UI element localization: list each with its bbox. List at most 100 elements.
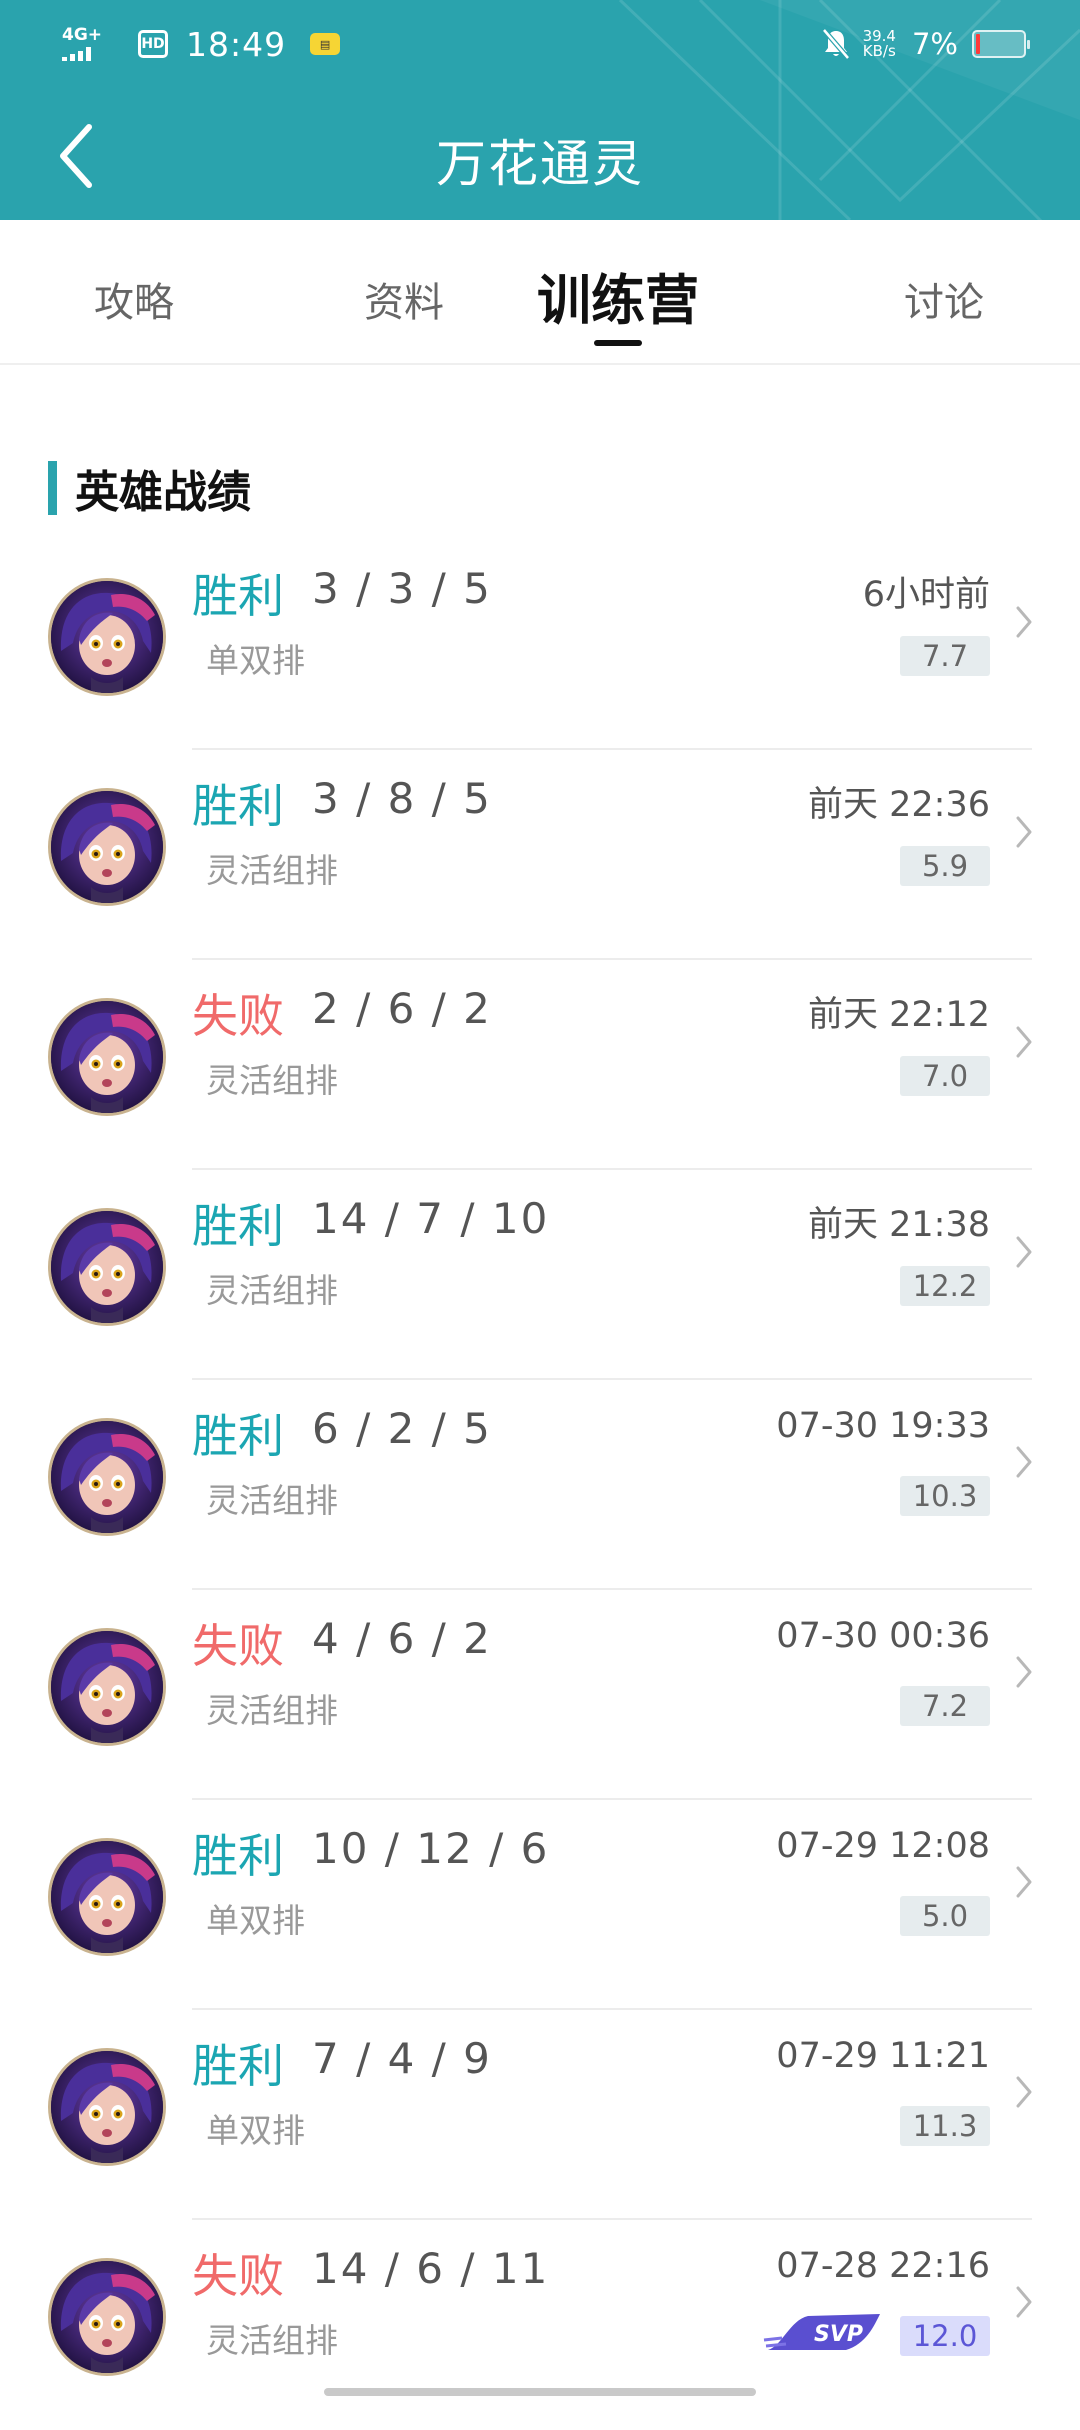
signal-icon bbox=[62, 47, 110, 61]
match-row[interactable]: 胜利 3 / 3 / 5 单双排 6小时前 7.7 bbox=[0, 540, 1080, 750]
chevron-right-icon bbox=[1016, 1026, 1032, 1058]
match-score: 5.0 bbox=[900, 1896, 990, 1936]
match-row[interactable]: 胜利 7 / 4 / 9 单双排 07-29 11:21 11.3 bbox=[0, 2010, 1080, 2220]
champion-avatar bbox=[48, 2048, 166, 2166]
match-result: 胜利 bbox=[192, 1199, 284, 1253]
match-kda: 6 / 2 / 5 bbox=[312, 1404, 492, 1453]
match-score: 11.3 bbox=[900, 2106, 990, 2146]
title-bar: 万花通灵 bbox=[0, 100, 1080, 210]
match-time: 07-29 12:08 bbox=[776, 1826, 990, 1866]
hd-badge: HD bbox=[138, 30, 168, 58]
tab-discussion[interactable]: 讨论 bbox=[844, 220, 1044, 365]
status-time: 18:49 bbox=[186, 24, 287, 64]
queue-mode: 单双排 bbox=[206, 2111, 305, 2150]
network-type: 4G+ bbox=[62, 25, 103, 45]
chevron-right-icon bbox=[1016, 816, 1032, 848]
chevron-right-icon bbox=[1016, 2076, 1032, 2108]
champion-portrait bbox=[51, 1421, 163, 1533]
battery-percent: 7% bbox=[911, 27, 958, 61]
network-speed: 39.4 KB/s bbox=[862, 27, 896, 60]
row-chevron bbox=[1014, 1024, 1034, 1060]
queue-mode: 灵活组排 bbox=[206, 1061, 338, 1100]
row-chevron bbox=[1014, 604, 1034, 640]
svp-badge-wrap: SVP bbox=[762, 2310, 882, 2356]
queue-mode: 灵活组排 bbox=[206, 1271, 338, 1310]
match-score: 10.3 bbox=[900, 1476, 990, 1516]
tab-label: 讨论 bbox=[904, 280, 984, 326]
champion-portrait bbox=[51, 1001, 163, 1113]
match-score: 12.0 bbox=[900, 2316, 990, 2356]
chevron-right-icon bbox=[1016, 1446, 1032, 1478]
section-accent-bar bbox=[48, 461, 57, 515]
match-row[interactable]: 失败 4 / 6 / 2 灵活组排 07-30 00:36 7.2 bbox=[0, 1590, 1080, 1800]
row-chevron bbox=[1014, 1864, 1034, 1900]
match-row[interactable]: 失败 14 / 6 / 11 灵活组排 07-28 22:16 SVP 12.0 bbox=[0, 2220, 1080, 2430]
queue-mode: 单双排 bbox=[206, 1901, 305, 1940]
match-result: 失败 bbox=[192, 1619, 284, 1673]
match-row[interactable]: 失败 2 / 6 / 2 灵活组排 前天 22:12 7.0 bbox=[0, 960, 1080, 1170]
champion-portrait bbox=[51, 581, 163, 693]
chevron-right-icon bbox=[1016, 1236, 1032, 1268]
home-indicator[interactable] bbox=[324, 2388, 756, 2396]
svp-badge: SVP bbox=[763, 2314, 880, 2350]
match-time: 前天 22:36 bbox=[808, 785, 990, 825]
match-kda: 14 / 7 / 10 bbox=[312, 1194, 550, 1243]
row-chevron bbox=[1014, 1444, 1034, 1480]
champion-portrait bbox=[51, 2261, 163, 2373]
match-kda: 3 / 8 / 5 bbox=[312, 774, 492, 823]
champion-avatar bbox=[48, 788, 166, 906]
mute-bell-icon bbox=[821, 28, 850, 60]
page-title: 万花通灵 bbox=[436, 135, 644, 193]
status-bar: 4G+ HD 18:49 ▤ 39.4 KB/s 7% bbox=[0, 0, 1080, 88]
row-chevron bbox=[1014, 2284, 1034, 2320]
app-header: 4G+ HD 18:49 ▤ 39.4 KB/s 7% 万花通灵 bbox=[0, 0, 1080, 220]
tab-bar: 攻略 资料 训练营 讨论 bbox=[0, 220, 1080, 365]
match-score: 12.2 bbox=[900, 1266, 990, 1306]
champion-portrait bbox=[51, 791, 163, 903]
chevron-right-icon bbox=[1016, 1656, 1032, 1688]
app-notification-icon: ▤ bbox=[310, 33, 341, 55]
active-tab-indicator bbox=[594, 340, 642, 346]
match-kda: 7 / 4 / 9 bbox=[312, 2034, 492, 2083]
match-time: 07-29 11:21 bbox=[776, 2036, 990, 2076]
champion-portrait bbox=[51, 1841, 163, 1953]
match-kda: 3 / 3 / 5 bbox=[312, 564, 492, 613]
match-result: 失败 bbox=[192, 2249, 284, 2303]
chevron-right-icon bbox=[1016, 2286, 1032, 2318]
match-result: 胜利 bbox=[192, 569, 284, 623]
queue-mode: 灵活组排 bbox=[206, 1481, 338, 1520]
match-result: 胜利 bbox=[192, 1829, 284, 1883]
tab-strategy[interactable]: 攻略 bbox=[34, 220, 234, 365]
section-title: 英雄战绩 bbox=[75, 467, 251, 518]
network-indicator: 4G+ bbox=[62, 27, 110, 61]
row-chevron bbox=[1014, 1654, 1034, 1690]
match-time: 6小时前 bbox=[862, 575, 990, 615]
champion-portrait bbox=[51, 1211, 163, 1323]
champion-avatar bbox=[48, 1208, 166, 1326]
match-result: 胜利 bbox=[192, 1409, 284, 1463]
row-chevron bbox=[1014, 2074, 1034, 2110]
match-score: 7.2 bbox=[900, 1686, 990, 1726]
queue-mode: 灵活组排 bbox=[206, 851, 338, 890]
chevron-right-icon bbox=[1016, 606, 1032, 638]
tab-info[interactable]: 资料 bbox=[304, 220, 504, 365]
chevron-right-icon bbox=[1016, 1866, 1032, 1898]
match-time: 前天 22:12 bbox=[808, 995, 990, 1035]
match-row[interactable]: 胜利 6 / 2 / 5 灵活组排 07-30 19:33 10.3 bbox=[0, 1380, 1080, 1590]
match-kda: 14 / 6 / 11 bbox=[312, 2244, 550, 2293]
queue-mode: 灵活组排 bbox=[206, 1691, 338, 1730]
match-result: 失败 bbox=[192, 989, 284, 1043]
match-score: 7.7 bbox=[900, 636, 990, 676]
match-result: 胜利 bbox=[192, 779, 284, 833]
match-time: 07-28 22:16 bbox=[776, 2246, 990, 2286]
tab-training-camp[interactable]: 训练营 bbox=[518, 220, 718, 365]
row-chevron bbox=[1014, 1234, 1034, 1270]
champion-avatar bbox=[48, 998, 166, 1116]
match-row[interactable]: 胜利 10 / 12 / 6 单双排 07-29 12:08 5.0 bbox=[0, 1800, 1080, 2010]
tab-label: 资料 bbox=[364, 280, 444, 326]
match-row[interactable]: 胜利 3 / 8 / 5 灵活组排 前天 22:36 5.9 bbox=[0, 750, 1080, 960]
battery-icon bbox=[972, 30, 1030, 58]
champion-portrait bbox=[51, 2051, 163, 2163]
tab-label: 训练营 bbox=[537, 269, 699, 332]
match-row[interactable]: 胜利 14 / 7 / 10 灵活组排 前天 21:38 12.2 bbox=[0, 1170, 1080, 1380]
